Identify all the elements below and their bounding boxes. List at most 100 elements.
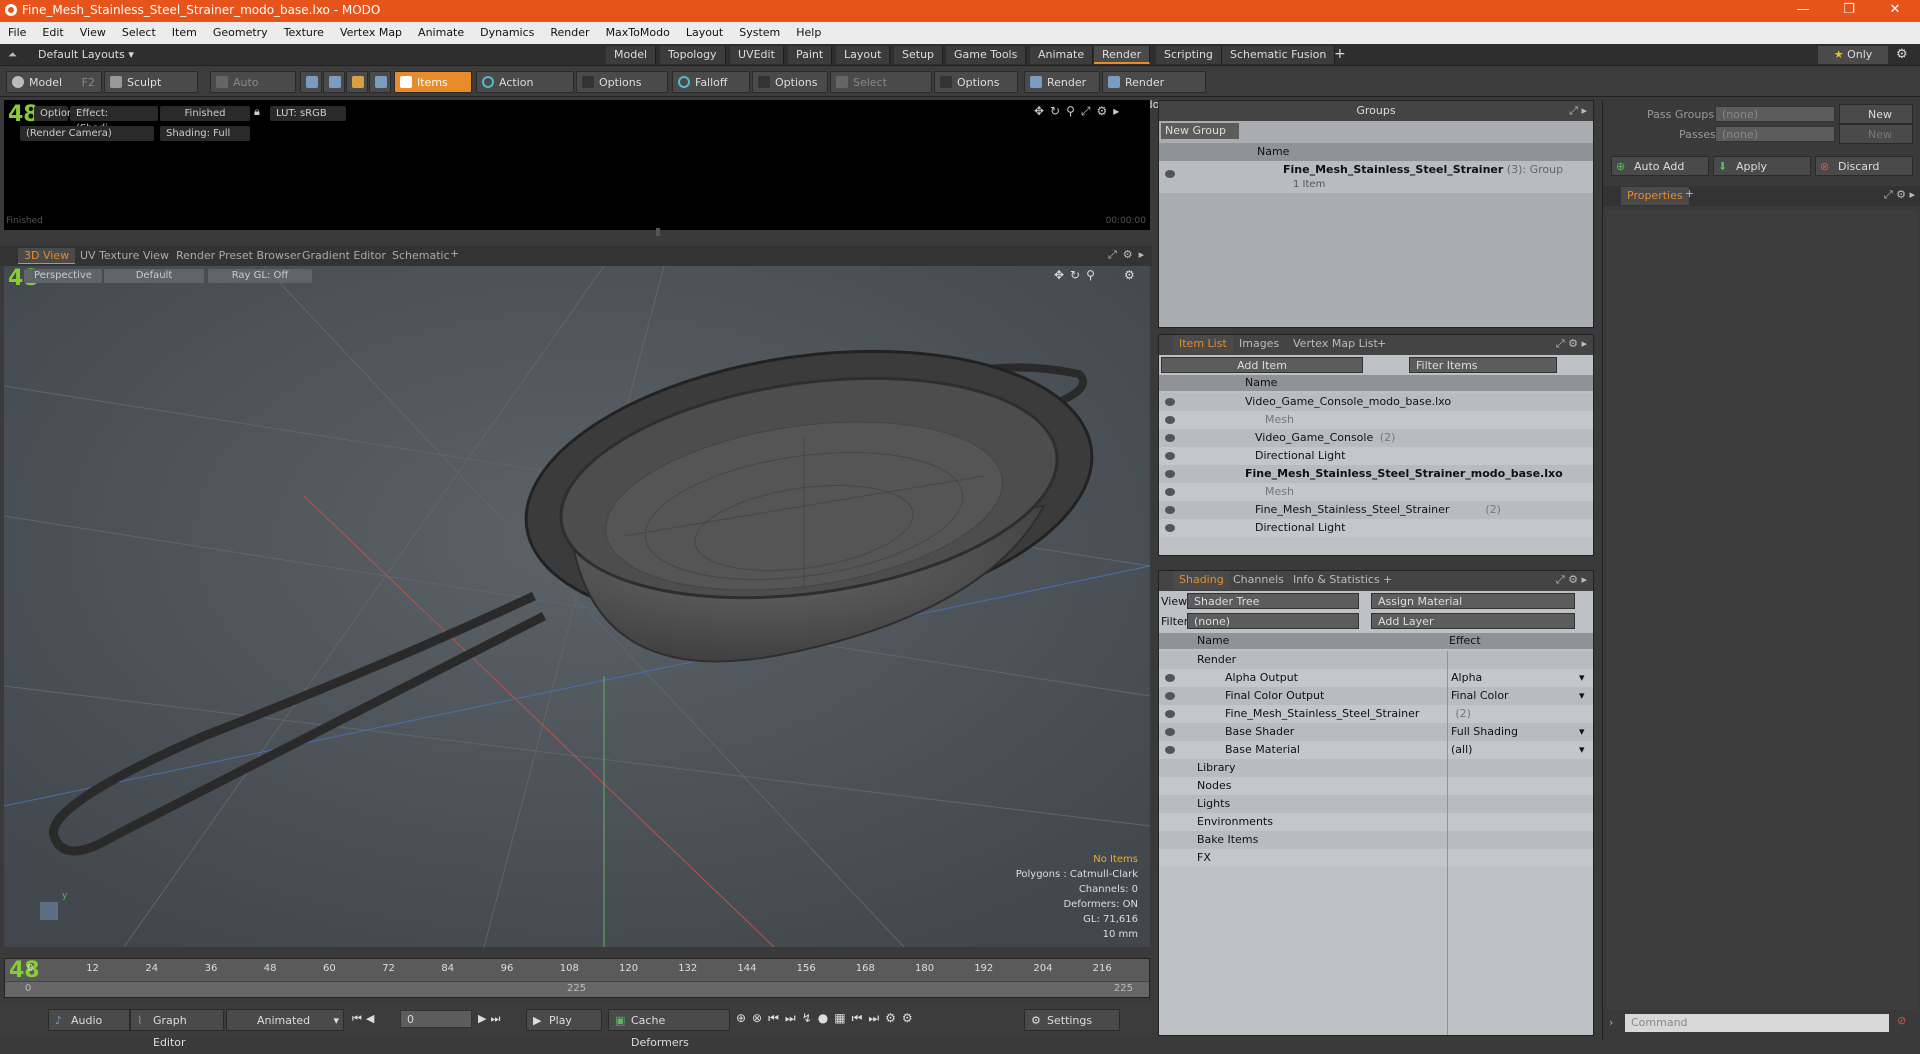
shader-tree-dropdown[interactable]: Shader Tree — [1187, 593, 1359, 609]
lut-dropdown[interactable]: LUT: sRGB — [270, 106, 346, 121]
eye-icon[interactable] — [1165, 524, 1175, 532]
action-options-button[interactable]: Options — [576, 71, 668, 93]
settings-button[interactable]: ⚙ Settings — [1024, 1009, 1120, 1031]
filter-dropdown[interactable]: (none) — [1187, 613, 1359, 629]
tab-schematic-fusion[interactable]: Schematic Fusion — [1222, 46, 1336, 64]
discard-button[interactable]: ⊗ Discard — [1815, 156, 1913, 176]
panel-controls[interactable]: ⤢ ⚙ ▸ — [1556, 573, 1587, 587]
menu-texture[interactable]: Texture — [276, 22, 332, 44]
menu-render[interactable]: Render — [542, 22, 597, 44]
menu-view[interactable]: View — [72, 22, 114, 44]
menu-file[interactable]: File — [0, 22, 34, 44]
chevron-down-icon[interactable]: ▾ — [1579, 723, 1585, 741]
new-pass-button[interactable]: New — [1839, 124, 1913, 144]
menu-geometry[interactable]: Geometry — [205, 22, 276, 44]
skip-back-controls[interactable]: ⏮◀ — [352, 1012, 378, 1026]
close-icon[interactable]: ✕ — [1872, 0, 1918, 22]
select-through-button[interactable]: Select Through — [830, 71, 932, 111]
eye-icon[interactable] — [1165, 434, 1175, 442]
eye-icon[interactable] — [1165, 170, 1175, 178]
shading-effect-value[interactable]: Final Color — [1451, 687, 1509, 705]
shading-row[interactable]: Render — [1159, 651, 1593, 669]
add-tab-icon[interactable]: + — [1334, 46, 1346, 62]
shading-effect-value[interactable]: Alpha — [1451, 669, 1482, 687]
menu-dynamics[interactable]: Dynamics — [472, 22, 542, 44]
timeline-range-bar[interactable]: 0 225 225 — [5, 981, 1149, 997]
default-style-dropdown[interactable]: Default — [104, 269, 204, 283]
passes-dropdown[interactable]: (none) — [1715, 126, 1835, 142]
tab-gradient-editor[interactable]: Gradient Editor — [296, 248, 392, 264]
shading-effect-value[interactable]: (all) — [1451, 741, 1472, 759]
menu-system[interactable]: System — [731, 22, 788, 44]
vertices-mode-button[interactable] — [300, 71, 322, 93]
materials-mode-button[interactable] — [369, 71, 391, 93]
item-list-row[interactable]: Fine_Mesh_Stainless_Steel_Strainer_modo_… — [1159, 465, 1593, 483]
menu-maxtomodo[interactable]: MaxToModo — [598, 22, 678, 44]
panel-controls[interactable]: ⤢ ⚙ ▸ — [1556, 337, 1587, 351]
tab-topology[interactable]: Topology — [660, 46, 726, 64]
item-list-row[interactable]: Mesh — [1159, 411, 1593, 429]
tab-scripting[interactable]: Scripting — [1156, 46, 1222, 64]
tab-game-tools[interactable]: Game Tools — [946, 46, 1027, 64]
eye-icon[interactable] — [1165, 746, 1175, 754]
shading-row[interactable]: Lights — [1159, 795, 1593, 813]
menu-layout[interactable]: Layout — [678, 22, 731, 44]
add-tab-icon[interactable]: + — [1383, 573, 1392, 586]
current-frame-field[interactable]: 0 — [400, 1010, 472, 1028]
tab-images[interactable]: Images — [1233, 335, 1285, 353]
command-input[interactable]: Command — [1625, 1014, 1889, 1032]
add-tab-icon[interactable]: + — [1685, 187, 1694, 200]
viewport-tab-controls[interactable]: ⤢⚙▸ — [1108, 248, 1150, 262]
chevron-down-icon[interactable]: ▾ — [1579, 669, 1585, 687]
item-list-row[interactable]: Video_Game_Console_modo_base.lxo — [1159, 393, 1593, 411]
render-button[interactable]: Render F9 — [1024, 71, 1100, 111]
shading-row[interactable]: Alpha Output Alpha ▾ — [1159, 669, 1593, 687]
perspective-dropdown[interactable]: Perspective — [24, 269, 102, 283]
tab-animate[interactable]: Animate — [1030, 46, 1094, 64]
falloff-button[interactable]: Falloff — [672, 71, 750, 93]
shading-row[interactable]: Final Color Output Final Color ▾ — [1159, 687, 1593, 705]
add-layer-dropdown[interactable]: Add Layer — [1371, 613, 1575, 629]
auto-add-button[interactable]: ⊕ Auto Add — [1611, 156, 1709, 176]
menu-animate[interactable]: Animate — [410, 22, 472, 44]
select-options-button[interactable]: Options — [934, 71, 1018, 93]
tab-model[interactable]: Model — [606, 46, 657, 64]
render-preview[interactable]: 48 Options Effect: (Shadi... Finished 🔒︎… — [4, 100, 1150, 236]
edges-mode-button[interactable] — [323, 71, 345, 93]
eye-icon[interactable] — [1165, 398, 1175, 406]
viewport-gear-icon[interactable]: ⚙ — [1124, 268, 1135, 282]
eye-icon[interactable] — [1165, 452, 1175, 460]
add-viewport-tab-icon[interactable]: + — [450, 247, 459, 260]
chevron-down-icon[interactable]: ▾ — [1579, 687, 1585, 705]
play-button[interactable]: ▶ Play — [526, 1009, 602, 1031]
menu-edit[interactable]: Edit — [34, 22, 71, 44]
effect-dropdown[interactable]: Effect: (Shadi... — [70, 106, 158, 134]
item-list-row[interactable]: Video_Game_Console (2) — [1159, 429, 1593, 447]
action-center-button[interactable]: Action Center — [476, 71, 574, 111]
items-mode-button[interactable]: Items — [394, 71, 472, 93]
eye-icon[interactable] — [1165, 692, 1175, 700]
tab-schematic[interactable]: Schematic — [386, 248, 456, 264]
eye-icon[interactable] — [1165, 710, 1175, 718]
menu-select[interactable]: Select — [114, 22, 164, 44]
add-tab-icon[interactable]: + — [1377, 337, 1386, 350]
shading-row[interactable]: Nodes — [1159, 777, 1593, 795]
new-pass-group-button[interactable]: New — [1839, 104, 1913, 124]
item-list-row[interactable]: Mesh — [1159, 483, 1593, 501]
eye-icon[interactable] — [1165, 488, 1175, 496]
tab-uv-texture-view[interactable]: UV Texture View — [74, 248, 175, 264]
render-camera-dropdown[interactable]: (Render Camera) — [20, 126, 154, 141]
raygl-dropdown[interactable]: Ray GL: Off — [208, 269, 312, 283]
polygons-mode-button[interactable] — [346, 71, 368, 93]
pass-groups-dropdown[interactable]: (none) — [1715, 106, 1835, 122]
eye-icon[interactable] — [1165, 416, 1175, 424]
shading-row[interactable]: Library — [1159, 759, 1593, 777]
command-stop-icon[interactable]: ⊘ — [1897, 1014, 1906, 1027]
tab-item-list[interactable]: Item List — [1173, 335, 1233, 353]
tab-properties[interactable]: Properties — [1621, 187, 1689, 205]
tab-info-statistics[interactable]: Info & Statistics — [1287, 571, 1386, 589]
filter-items-input[interactable]: Filter Items — [1409, 357, 1557, 373]
item-list-row[interactable]: Fine_Mesh_Stainless_Steel_Strainer (2) — [1159, 501, 1593, 519]
render-window-button[interactable]: Render Window — [1102, 71, 1206, 111]
tab-uvedit[interactable]: UVEdit — [730, 46, 784, 64]
